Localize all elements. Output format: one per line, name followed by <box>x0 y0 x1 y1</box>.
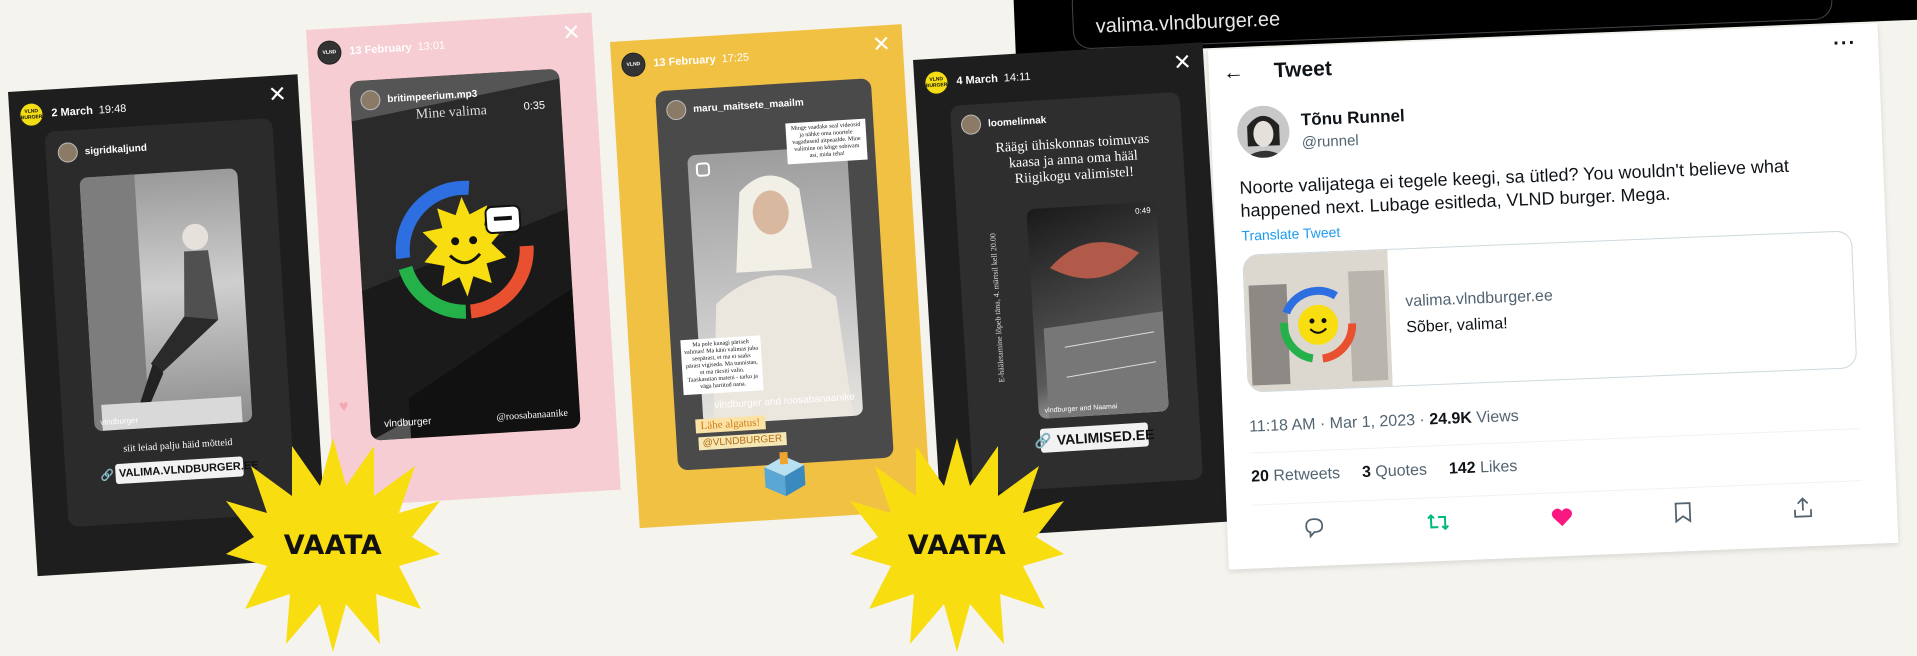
tweet-header: Tweet <box>1273 57 1333 83</box>
story-date: 13 February <box>653 53 717 70</box>
avatar <box>57 141 79 164</box>
story-photo: 0:49 vlndburger and Naamai <box>1026 201 1169 419</box>
story-time: 13:01 <box>417 39 446 54</box>
story-content: britimpeerium.mp3 0:35 Mine valima vlndb… <box>349 68 581 441</box>
person-figure <box>79 174 243 432</box>
bookmark-icon[interactable] <box>1673 501 1692 529</box>
sticker-vlndburger: @VLNDBURGER <box>698 431 787 451</box>
tweet-card: ← Tweet ··· Tõnu Runnel @runnel Noorte v… <box>1208 23 1899 570</box>
tweet-meta: 11:18 AM · Mar 1, 2023 · 24.9K Views <box>1249 408 1519 437</box>
more-icon[interactable]: ··· <box>1833 32 1857 56</box>
link-card-image <box>1243 249 1393 393</box>
avatar <box>665 99 687 121</box>
card-title: Sõber, valima! <box>1405 315 1508 337</box>
vlnd-logo: VLND BURGER <box>18 101 45 128</box>
story-username: britimpeerium.mp3 <box>387 88 478 105</box>
video-counter: 0:35 <box>523 99 546 113</box>
vaata-label: VAATA <box>907 529 1007 561</box>
video-counter: 0:49 <box>1134 205 1151 216</box>
note-top: Minge vaadake seal videosid ja nähke oma… <box>785 118 868 165</box>
story-date: 13 February <box>349 41 413 58</box>
quotes-stat[interactable]: 3 Quotes <box>1362 462 1428 483</box>
vaata-burst-1[interactable]: VAATA <box>222 434 444 656</box>
back-arrow-icon[interactable]: ← <box>1222 61 1244 86</box>
views-count: 24.9K <box>1428 409 1473 429</box>
story-time: 19:48 <box>98 102 127 117</box>
avatar <box>359 89 381 111</box>
side-caption: E-hääletamine lõpeb täna, 4. märtsil kel… <box>988 232 1007 383</box>
link-icon: 🔗 <box>100 468 115 482</box>
story-photo: vlndburger <box>79 168 253 432</box>
story-date: 2 March <box>51 104 94 120</box>
views-label: Views <box>1471 407 1520 427</box>
sticker-lahe: Lähe algatus! <box>695 415 766 434</box>
reply-icon[interactable] <box>1303 516 1326 544</box>
story-username: sigridkaljund <box>84 142 148 157</box>
share-icon[interactable] <box>1792 496 1813 524</box>
vlnd-logo: VLND BURGER <box>923 69 950 96</box>
story-username: loomelinnak <box>987 114 1047 130</box>
avatar <box>960 113 982 136</box>
card-artwork <box>1243 249 1393 393</box>
vlnd-logo: VLND <box>316 39 343 66</box>
retweet-icon[interactable] <box>1426 511 1451 539</box>
reel-icon <box>695 162 711 177</box>
close-icon[interactable]: ✕ <box>561 19 581 45</box>
retweets-stat[interactable]: 20 Retweets <box>1251 465 1341 487</box>
likes-stat[interactable]: 142 Likes <box>1449 458 1518 479</box>
user-name[interactable]: Tõnu Runnel <box>1300 106 1405 130</box>
tweet-stats: 20 Retweets 3 Quotes 142 Likes <box>1251 458 1518 487</box>
vlnd-logo: VLND <box>620 51 647 78</box>
close-icon[interactable]: ✕ <box>871 31 891 57</box>
story-time: 17:25 <box>721 51 750 66</box>
link-card[interactable]: valima.vlndburger.ee Sõber, valima! <box>1242 230 1858 393</box>
hands-figure <box>1043 242 1169 419</box>
story-time: 14:11 <box>1003 70 1031 85</box>
story-username: maru_maitsete_maailm <box>692 96 805 115</box>
vaata-burst-2[interactable]: VAATA <box>846 434 1068 656</box>
story-content: maru_maitsete_maailm Minge vaadake seal … <box>655 78 894 471</box>
tweet-text: Noorte valijatega ei tegele keegi, sa üt… <box>1239 155 1790 221</box>
user-handle[interactable]: @runnel <box>1301 130 1405 151</box>
sober-valima-ring <box>395 180 534 319</box>
ballot-box-icon <box>764 451 806 497</box>
translate-link[interactable]: Translate Tweet <box>1241 224 1340 244</box>
avatar-face <box>1236 104 1291 159</box>
tweet-time[interactable]: 11:18 AM · Mar 1, 2023 · <box>1249 411 1430 436</box>
story-content: loomelinnak Räägi ühiskonnas toimuvas ka… <box>949 91 1204 494</box>
card-domain: valima.vlndburger.ee <box>1404 287 1554 311</box>
close-icon[interactable]: ✕ <box>267 81 287 107</box>
avatar[interactable] <box>1236 104 1291 159</box>
story-date: 4 March <box>956 72 999 88</box>
story-card-2[interactable]: VLND 13 February 13:01 ✕ britimpeerium.mp… <box>306 12 621 508</box>
note-bottom: Ma pole kunagi päriselt valimas! Ma käin… <box>680 335 764 396</box>
close-icon[interactable]: ✕ <box>1172 49 1192 75</box>
vaata-label: VAATA <box>283 529 383 561</box>
heart-icon[interactable]: ♥ <box>339 398 350 417</box>
like-icon[interactable] <box>1551 507 1574 533</box>
story-caption: Räägi ühiskonnas toimuvas kaasa ja anna … <box>995 131 1150 187</box>
